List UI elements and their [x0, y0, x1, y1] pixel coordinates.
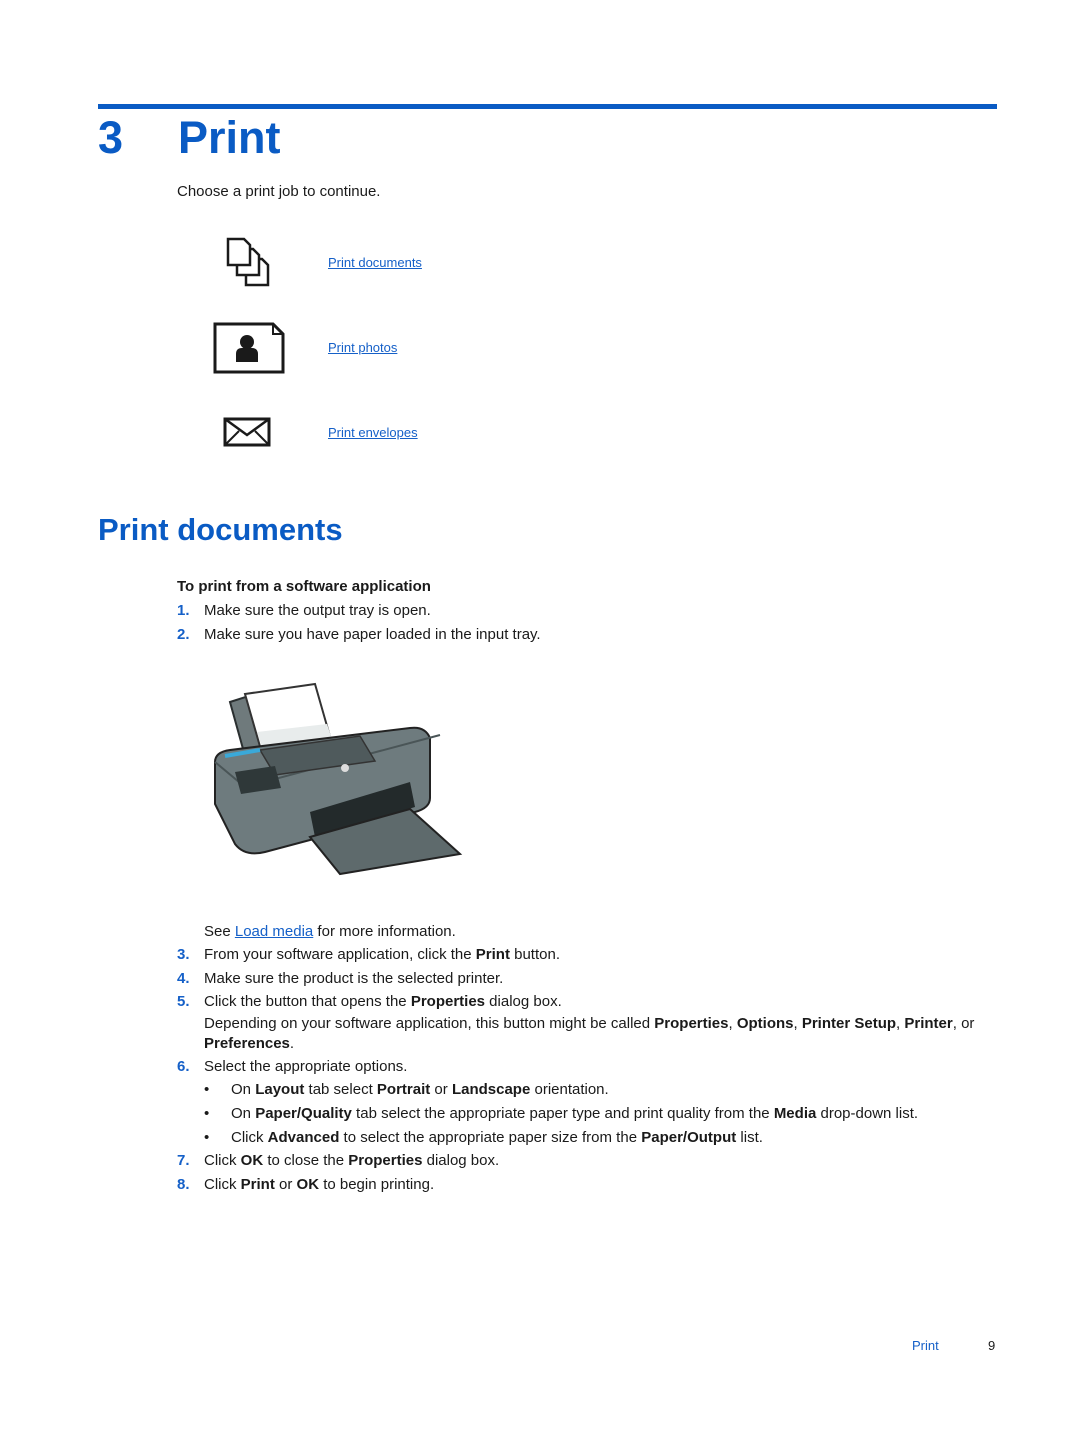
see-also: See Load media for more information.: [204, 922, 984, 942]
bullet-glyph: •: [204, 1081, 210, 1098]
envelope-icon: [223, 417, 271, 447]
section-title: Print documents: [98, 512, 343, 547]
footer-section: Print: [912, 1338, 939, 1353]
chapter-number: 3: [98, 112, 124, 163]
step-number: 3.: [177, 946, 190, 963]
load-media-link[interactable]: Load media: [235, 923, 313, 940]
chapter-title: Print: [178, 112, 281, 163]
intro-text: Choose a print job to continue.: [177, 183, 381, 200]
photo-icon: [213, 322, 285, 374]
print-documents-link[interactable]: Print documents: [328, 255, 422, 270]
bullet-glyph: •: [204, 1105, 210, 1122]
procedure-heading: To print from a software application: [177, 578, 431, 595]
print-photos-link[interactable]: Print photos: [328, 340, 397, 355]
step-5-note: Depending on your software application, …: [204, 1015, 975, 1052]
step-number: 7.: [177, 1152, 190, 1169]
step-text: Make sure the product is the selected pr…: [204, 970, 504, 987]
step-number: 2.: [177, 626, 190, 643]
see-also-pre: See: [204, 923, 235, 940]
step-number: 1.: [177, 602, 190, 619]
step-number: 6.: [177, 1058, 190, 1075]
documents-icon: [226, 237, 270, 287]
step-number: 5.: [177, 993, 190, 1010]
step-text: Make sure the output tray is open.: [204, 602, 431, 619]
step-text: Click the button that opens the Properti…: [204, 993, 562, 1010]
step-text: Click OK to close the Properties dialog …: [204, 1152, 500, 1169]
step-text: Click Print or OK to begin printing.: [204, 1176, 435, 1193]
step-text: Select the appropriate options.: [204, 1058, 408, 1075]
see-also-post: for more information.: [313, 923, 456, 940]
step-text: Make sure you have paper loaded in the i…: [204, 626, 541, 643]
printer-illustration: [214, 682, 463, 876]
bullet-glyph: •: [204, 1129, 210, 1146]
chapter-rule: [98, 104, 997, 109]
print-envelopes-link[interactable]: Print envelopes: [328, 425, 418, 440]
step-number: 8.: [177, 1176, 190, 1193]
page-number: 9: [988, 1338, 996, 1353]
step-number: 4.: [177, 970, 190, 987]
step-text: From your software application, click th…: [204, 946, 560, 963]
